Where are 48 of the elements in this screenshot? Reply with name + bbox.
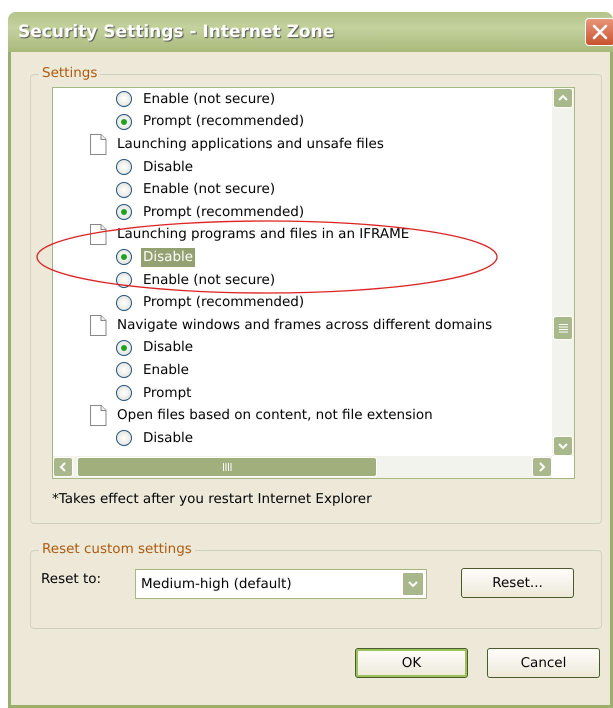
window-title: Security Settings - Internet Zone	[18, 22, 334, 42]
radio-button[interactable]	[116, 182, 132, 198]
group-legend: Settings	[39, 65, 100, 81]
dialog-button[interactable]: Cancel	[487, 648, 600, 678]
category-label: Launching programs and files in an IFRAME	[116, 225, 410, 244]
option-label[interactable]: Disable	[141, 338, 196, 358]
vertical-scrollbar[interactable]	[552, 88, 574, 456]
radio-button[interactable]	[116, 272, 132, 288]
radio-button[interactable]	[116, 114, 132, 130]
group-legend: Reset custom settings	[39, 541, 195, 557]
option-label[interactable]: Prompt (recommended)	[141, 293, 306, 312]
category-label: Launching applications and unsafe files	[116, 134, 385, 154]
radio-button[interactable]	[116, 362, 132, 378]
scroll-thumb[interactable]	[77, 457, 377, 477]
option-label[interactable]: Enable (not secure)	[141, 90, 278, 109]
close-icon	[591, 23, 609, 41]
option-label[interactable]: Prompt (recommended)	[141, 202, 306, 222]
document-icon	[89, 224, 107, 246]
option-label[interactable]: Prompt (recommended)	[141, 112, 306, 132]
grip-icon	[558, 324, 568, 332]
category-label: Navigate windows and frames across different domains	[116, 316, 494, 335]
horizontal-scrollbar[interactable]	[53, 456, 552, 478]
scroll-thumb[interactable]	[553, 316, 573, 340]
option-label[interactable]: Prompt	[141, 384, 194, 403]
document-icon	[89, 314, 107, 336]
option-label[interactable]: Disable	[141, 428, 196, 448]
radio-button[interactable]	[116, 159, 132, 176]
document-icon	[89, 405, 107, 426]
option-label[interactable]: Enable (not secure)	[141, 180, 278, 200]
radio-button[interactable]	[116, 204, 132, 220]
grip-icon	[222, 463, 232, 471]
reset-to-label: Reset to:	[41, 571, 102, 587]
option-label[interactable]: Disable	[141, 158, 196, 177]
radio-button[interactable]	[116, 385, 132, 402]
restart-note: *Takes effect after you restart Internet Explorer	[52, 491, 373, 507]
radio-button[interactable]	[116, 91, 132, 108]
option-label[interactable]: Enable (not secure)	[141, 270, 278, 290]
reset-level-dropdown[interactable]: Medium-high (default)	[135, 569, 427, 599]
category-label: Open files based on content, not file extension	[116, 406, 434, 426]
radio-button[interactable]	[116, 340, 132, 356]
option-label[interactable]: Enable	[141, 360, 191, 380]
document-icon	[89, 134, 107, 155]
radio-button[interactable]	[116, 294, 132, 311]
radio-button[interactable]	[116, 249, 132, 266]
reset-button[interactable]: Reset...	[461, 568, 574, 598]
radio-button[interactable]	[116, 430, 132, 446]
dialog-button[interactable]: OK	[355, 648, 468, 678]
close-button[interactable]	[585, 18, 613, 46]
